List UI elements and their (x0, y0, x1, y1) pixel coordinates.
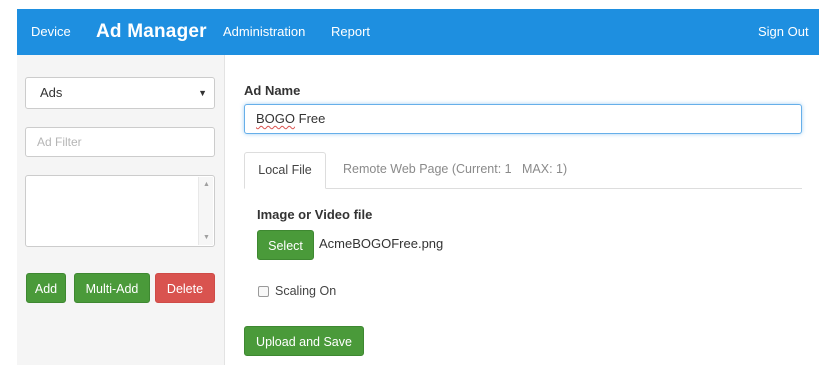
top-navbar: Device Ad Manager Administration Report … (17, 9, 819, 55)
ad-name-value: BOGO Free (256, 105, 325, 133)
scaling-label[interactable]: Scaling On (275, 283, 336, 299)
app-window: Device Ad Manager Administration Report … (17, 9, 819, 365)
tab-local-file[interactable]: Local File (244, 152, 326, 189)
ad-list-scrollbar[interactable]: ▲ ▼ (198, 177, 213, 245)
scaling-checkbox[interactable] (258, 286, 269, 297)
select-file-button[interactable]: Select (257, 230, 314, 260)
file-section-label: Image or Video file (257, 207, 373, 222)
nav-administration-link[interactable]: Administration (223, 9, 305, 55)
delete-button[interactable]: Delete (155, 273, 215, 303)
add-button[interactable]: Add (26, 273, 66, 303)
chevron-down-icon: ▼ (198, 88, 207, 98)
ad-name-label: Ad Name (244, 83, 301, 98)
sidebar: Ads ▼ ▲ ▼ Add Multi-Add Delete (17, 55, 225, 365)
nav-report-link[interactable]: Report (331, 9, 370, 55)
ad-name-input[interactable]: BOGO Free (244, 104, 802, 134)
ad-name-value-misspelled: BOGO (256, 111, 296, 126)
app-brand[interactable]: Ad Manager (96, 9, 207, 55)
nav-device-link[interactable]: Device (31, 9, 71, 55)
multi-add-button[interactable]: Multi-Add (74, 273, 150, 303)
ad-type-select-value: Ads (40, 85, 63, 100)
ad-filter-input[interactable] (25, 127, 215, 157)
tab-remote-web-page[interactable]: Remote Web Page (Current: 1 MAX: 1) (335, 152, 575, 189)
ad-list[interactable]: ▲ ▼ (25, 175, 215, 247)
upload-and-save-button[interactable]: Upload and Save (244, 326, 364, 356)
ad-name-value-rest: Free (295, 111, 326, 126)
sign-out-link[interactable]: Sign Out (758, 9, 809, 55)
scroll-down-icon[interactable]: ▼ (199, 234, 214, 241)
ad-type-select[interactable]: Ads ▼ (25, 77, 215, 109)
scroll-up-icon[interactable]: ▲ (199, 181, 214, 188)
selected-file-name: AcmeBOGOFree.png (319, 236, 444, 251)
